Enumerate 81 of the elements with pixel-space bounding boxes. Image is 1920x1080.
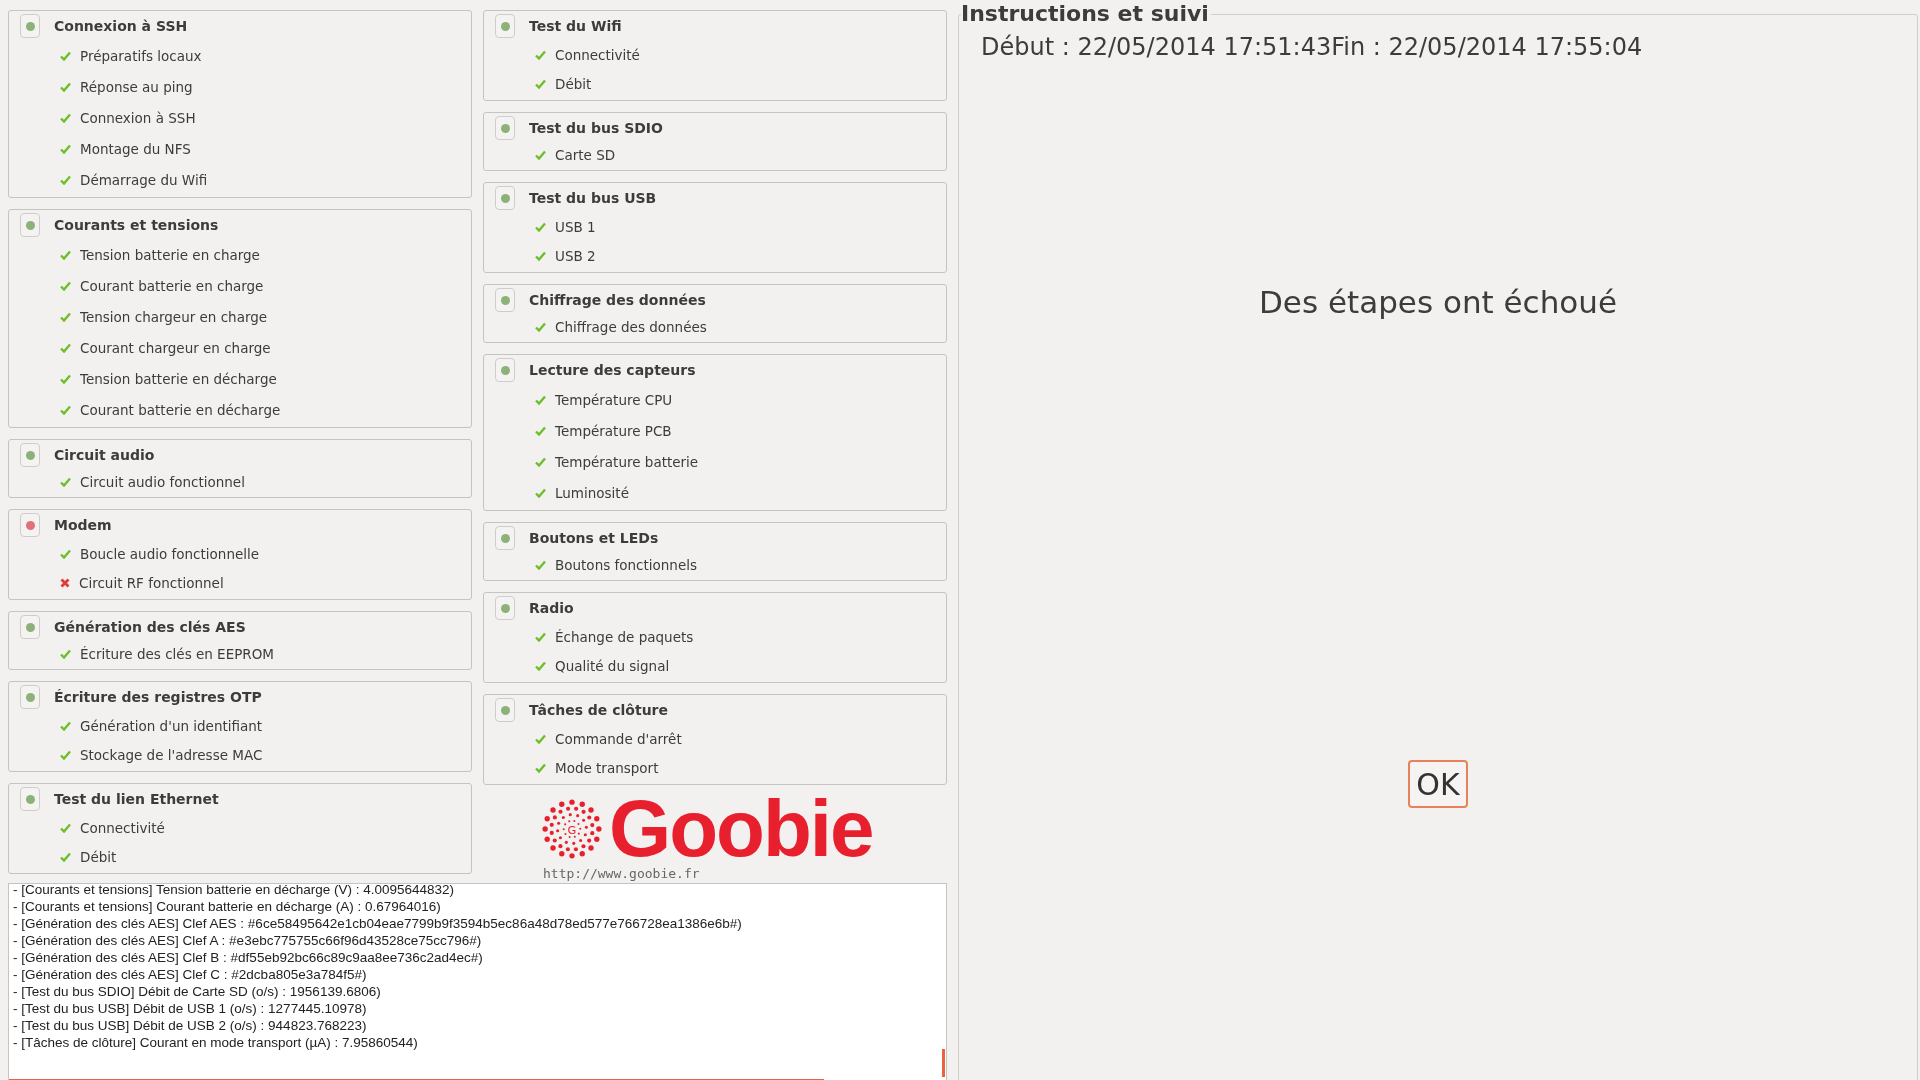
log-line: - [Test du bus SDIO] Débit de Carte SD (o/s) : 1956139.6806)	[13, 983, 382, 1000]
group-title: Circuit audio	[54, 447, 155, 463]
test-step-label: Courant chargeur en charge	[80, 339, 271, 356]
group-title: Radio	[529, 600, 574, 616]
test-step-label: Montage du NFS	[80, 140, 191, 157]
group-title: Courants et tensions	[54, 217, 219, 233]
test-step-label: Tension batterie en décharge	[80, 370, 277, 387]
group-title: Test du bus USB	[529, 190, 657, 206]
test-step-label: USB 1	[555, 218, 596, 235]
logo-emblem: G	[541, 798, 603, 860]
status-button[interactable]	[20, 615, 40, 639]
brand-logo-text: Goobie	[609, 792, 873, 866]
status-button[interactable]	[20, 513, 40, 537]
test-step-label: Température PCB	[555, 422, 672, 439]
group-title: Connexion à SSH	[54, 18, 188, 34]
result-message: Des étapes ont échoué	[1258, 284, 1618, 320]
test-step-label: Circuit audio fonctionnel	[80, 474, 245, 490]
test-step-label: Connexion à SSH	[80, 109, 196, 126]
test-step-label: Qualité du signal	[555, 657, 670, 674]
test-step-label: Réponse au ping	[80, 78, 193, 95]
status-button[interactable]	[495, 186, 515, 210]
status-button[interactable]	[495, 526, 515, 550]
test-step-label: USB 2	[555, 247, 596, 264]
test-step-label: Courant batterie en décharge	[80, 401, 281, 418]
ok-button[interactable]: OK	[1408, 760, 1468, 808]
test-step-label: Démarrage du Wifi	[80, 171, 208, 188]
test-step-label: Circuit RF fonctionnel	[79, 574, 224, 591]
log-line: - [Test du bus USB] Débit de USB 2 (o/s) : 944823.768223)	[13, 1017, 368, 1034]
log-line: - [Courants et tensions] Tension batterie en décharge (V) : 4.0095644832)	[13, 884, 456, 898]
log-line: - [Génération des clés AES] Clef C : #2dcba805e3a784f5#)	[13, 966, 368, 983]
group-title: Écriture des registres OTP	[54, 689, 262, 705]
test-step-label: Stockage de l'adresse MAC	[80, 746, 263, 763]
status-button[interactable]	[20, 443, 40, 467]
status-button[interactable]	[20, 14, 40, 38]
test-step-label: Tension chargeur en charge	[80, 308, 268, 325]
log-line: - [Tâches de clôture] Courant en mode transport (µA) : 7.95860544)	[13, 1034, 419, 1051]
test-step-label: Carte SD	[555, 147, 616, 163]
website-url: http://www.goobie.fr	[543, 866, 700, 881]
test-step-label: Débit	[555, 75, 592, 92]
log-line: - [Génération des clés AES] Clef B : #df55eb92bc66c89c9aa8ee736c2ad4ec#)	[13, 949, 484, 966]
vertical-scrollbar[interactable]	[942, 1049, 945, 1077]
group-title: Chiffrage des données	[529, 292, 706, 308]
log-line: - [Test du bus USB] Débit de USB 1 (o/s) : 1277445.10978)	[13, 1000, 368, 1017]
status-button[interactable]	[20, 213, 40, 237]
test-step-label: Connectivité	[555, 46, 640, 63]
test-step-label: Tension batterie en charge	[80, 246, 260, 263]
test-step-label: Courant batterie en charge	[80, 277, 264, 294]
start-end-times: Début : 22/05/2014 17:51:43Fin : 22/05/2014 17:55:04	[981, 33, 1644, 61]
group-title: Test du lien Ethernet	[54, 791, 219, 807]
test-step-label: Commande d'arrêt	[555, 730, 682, 747]
test-step-label: Boutons fonctionnels	[555, 557, 697, 573]
log-line: - [Génération des clés AES] Clef AES : #6ce58495642e1cb04eae7799b9f3594b5ec86a48d78ed577e766728ea1386e6b#)	[13, 915, 743, 932]
test-step-label: Luminosité	[555, 484, 629, 501]
test-step-label: Température batterie	[555, 453, 699, 470]
test-step-label: Préparatifs locaux	[80, 47, 202, 64]
group-title: Lecture des capteurs	[529, 362, 696, 378]
status-button[interactable]	[495, 698, 515, 722]
log-line: - [Génération des clés AES] Clef A : #e3ebc775755c66f96d43528ce75cc796#)	[13, 932, 483, 949]
test-step-label: Boucle audio fonctionnelle	[80, 545, 260, 562]
group-title: Tâches de clôture	[529, 702, 668, 718]
status-button[interactable]	[495, 288, 515, 312]
status-button[interactable]	[495, 596, 515, 620]
test-step-label: Mode transport	[555, 759, 659, 776]
log-line: - [Courants et tensions] Courant batterie en décharge (A) : 0.67964016)	[13, 898, 442, 915]
test-step-label: Échange de paquets	[555, 628, 694, 645]
test-step-label: Génération d'un identifiant	[80, 717, 263, 734]
group-title: Test du Wifi	[529, 18, 622, 34]
test-step-label: Débit	[80, 848, 117, 865]
test-step-label: Température CPU	[555, 391, 673, 408]
group-title: Modem	[54, 517, 112, 533]
group-title: Boutons et LEDs	[529, 530, 659, 546]
status-button[interactable]	[495, 358, 515, 382]
status-button[interactable]	[495, 116, 515, 140]
test-step-label: Écriture des clés en EEPROM	[80, 646, 274, 662]
status-button[interactable]	[495, 14, 515, 38]
test-step-label: Chiffrage des données	[555, 319, 707, 335]
group-title: Test du bus SDIO	[529, 120, 663, 136]
group-title: Génération des clés AES	[54, 619, 246, 635]
status-button[interactable]	[20, 787, 40, 811]
test-step-label: Connectivité	[80, 819, 165, 836]
status-button[interactable]	[20, 685, 40, 709]
